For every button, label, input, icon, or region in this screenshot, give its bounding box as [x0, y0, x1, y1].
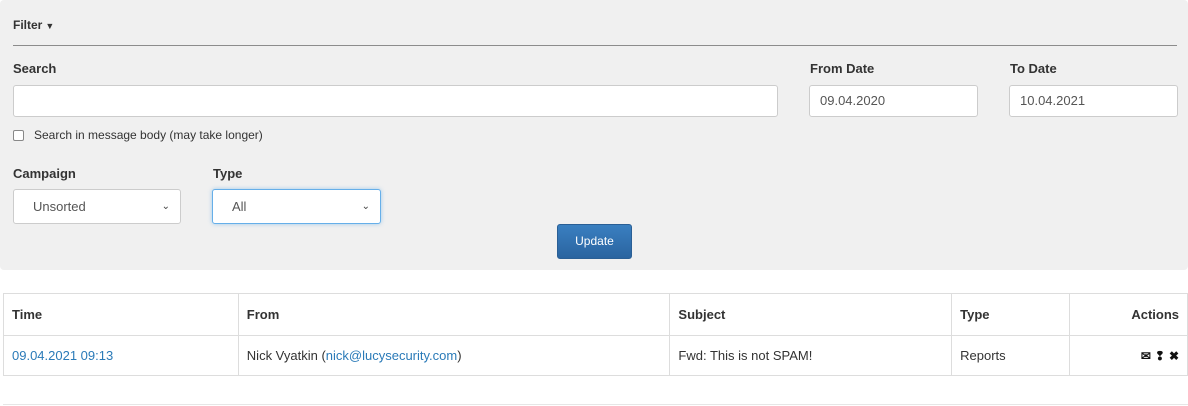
cell-from: Nick Vyatkin (nick@lucysecurity.com): [237, 335, 671, 376]
time-link[interactable]: 09.04.2021 09:13: [12, 348, 113, 363]
to-date-label: To Date: [1010, 61, 1057, 76]
table-row: 09.04.2021 09:13 Nick Vyatkin (nick@lucy…: [3, 335, 1188, 376]
from-close-paren: ): [457, 348, 462, 363]
filter-toggle[interactable]: Filter ▼: [13, 18, 54, 32]
search-input[interactable]: [13, 85, 778, 117]
caret-down-icon: ▼: [45, 21, 55, 31]
update-button[interactable]: Update: [557, 224, 632, 259]
cell-type: Reports: [951, 335, 1071, 376]
chevron-down-icon: ⌄: [161, 201, 170, 212]
to-date-input[interactable]: 10.04.2021: [1009, 85, 1178, 117]
campaign-select-value: Unsorted: [33, 199, 86, 214]
from-date-input[interactable]: 09.04.2020: [809, 85, 978, 117]
filter-panel: Filter ▼ Search From Date 09.04.2020 To D…: [0, 0, 1188, 270]
type-select-value: All: [232, 199, 247, 214]
results-table: Time From Subject Type Actions 09.04.202…: [3, 293, 1188, 376]
cell-actions: ✉ ❢ ✖: [1069, 335, 1188, 376]
divider: [3, 404, 1188, 405]
cell-subject: Fwd: This is not SPAM!: [669, 335, 953, 376]
info-icon[interactable]: ❢: [1155, 349, 1165, 363]
column-header-subject[interactable]: Subject: [669, 293, 953, 336]
column-header-type[interactable]: Type: [951, 293, 1071, 336]
search-label: Search: [13, 61, 57, 76]
type-label: Type: [213, 166, 243, 181]
envelope-icon[interactable]: ✉: [1141, 349, 1151, 363]
column-header-from[interactable]: From: [237, 293, 671, 336]
campaign-select[interactable]: Unsorted ⌄: [13, 189, 181, 224]
campaign-label: Campaign: [13, 166, 76, 181]
column-header-actions: Actions: [1069, 293, 1188, 336]
type-select[interactable]: All ⌄: [212, 189, 381, 224]
chevron-down-icon: ⌄: [361, 201, 370, 212]
body-search-checkbox[interactable]: [13, 130, 24, 141]
delete-icon[interactable]: ✖: [1169, 349, 1179, 363]
column-header-time[interactable]: Time: [3, 293, 239, 336]
from-name: Nick Vyatkin (: [246, 348, 326, 363]
table-header-row: Time From Subject Type Actions: [3, 293, 1188, 336]
divider: [13, 45, 1177, 46]
from-date-label: From Date: [810, 61, 875, 76]
body-search-label: Search in message body (may take longer): [34, 128, 263, 142]
filter-title: Filter: [13, 18, 43, 32]
cell-time: 09.04.2021 09:13: [3, 335, 239, 376]
from-email-link[interactable]: nick@lucysecurity.com: [326, 348, 457, 363]
